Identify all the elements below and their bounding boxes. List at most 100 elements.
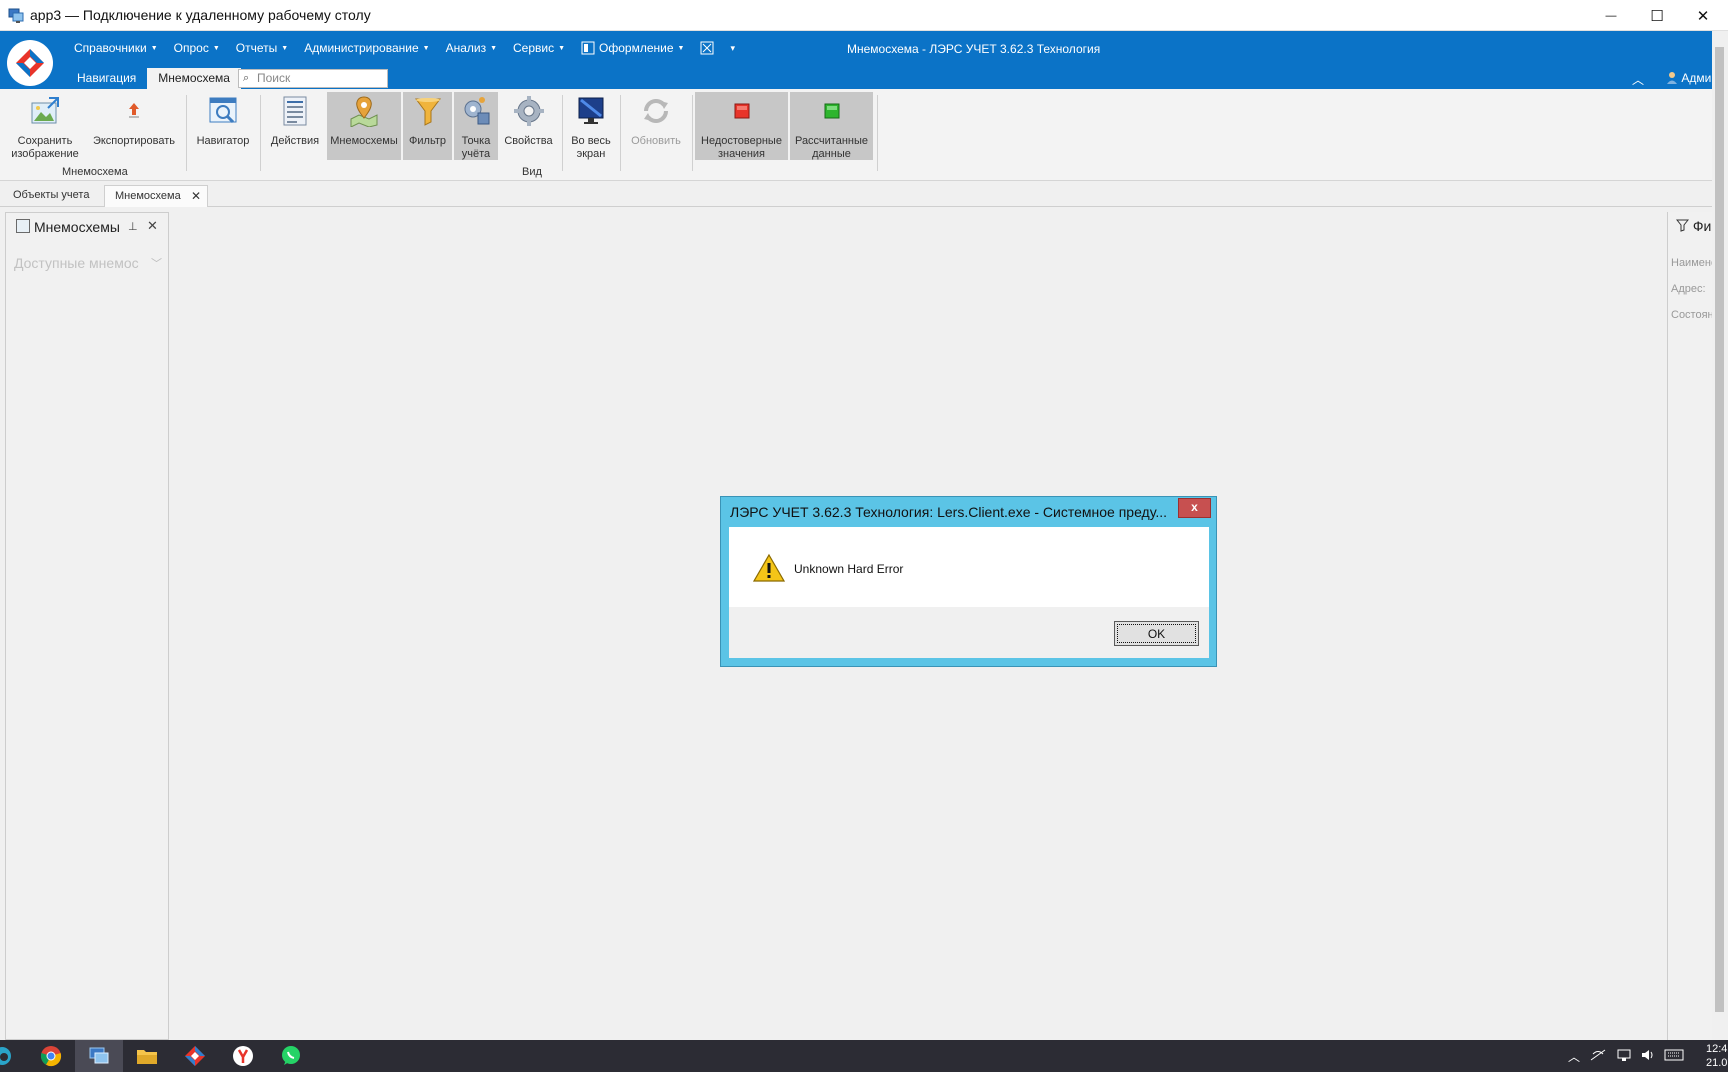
- chevron-down-icon: ﹀: [151, 258, 162, 270]
- caret-down-icon: ▼: [558, 44, 566, 52]
- dialog-message: Unknown Hard Error: [794, 562, 904, 576]
- fullscreen-button[interactable]: Во весь экран: [567, 92, 615, 160]
- filter-name-label: Наимено: [1671, 257, 1712, 269]
- screen-settings-icon: [700, 41, 714, 55]
- unreliable-values-label: Недостоверные значения: [701, 135, 782, 160]
- pin-icon[interactable]: ⊥: [128, 220, 138, 233]
- mnemoschemes-label: Мнемосхемы: [330, 135, 398, 147]
- dialog-message-area: Unknown Hard Error: [729, 527, 1209, 607]
- refresh-icon: [644, 99, 668, 123]
- folder-icon: [137, 1050, 157, 1064]
- collapse-ribbon-button[interactable]: ︿: [1632, 71, 1644, 88]
- doc-tab-objects[interactable]: Объекты учета: [3, 185, 99, 207]
- remote-desktop-taskbar-button[interactable]: [75, 1040, 123, 1072]
- close-window-button[interactable]: ✕: [1680, 0, 1726, 31]
- close-icon: ✕: [1696, 7, 1710, 25]
- doc-tab-label: Мнемосхема: [115, 190, 181, 202]
- actions-button[interactable]: Действия: [266, 92, 324, 160]
- properties-button[interactable]: Свойства: [500, 92, 557, 160]
- app-caption: Мнемосхема - ЛЭРС УЧЕТ 3.62.3 Технология: [847, 42, 1101, 56]
- filter-button[interactable]: Фильтр: [403, 92, 452, 160]
- menu-appearance[interactable]: Оформление ▼: [573, 41, 692, 55]
- scroll-thumb[interactable]: [1715, 47, 1724, 1012]
- remote-desktop-icon: [89, 1047, 109, 1064]
- network-icon[interactable]: [1616, 1048, 1632, 1065]
- chrome-taskbar-button[interactable]: [27, 1040, 75, 1072]
- save-image-icon: [31, 97, 59, 124]
- user-icon: [1667, 72, 1677, 84]
- vertical-scrollbar[interactable]: [1712, 31, 1728, 1040]
- group-label-mnemoscheme: Мнемосхема: [62, 166, 128, 178]
- file-explorer-taskbar-button[interactable]: [123, 1040, 171, 1072]
- navigator-label: Навигатор: [196, 135, 250, 147]
- quick-access-customize-button[interactable]: ▾: [722, 41, 743, 55]
- tray-expand-icon[interactable]: ︿: [1568, 1048, 1580, 1065]
- tab-mnemoscheme[interactable]: Мнемосхема: [147, 68, 241, 89]
- caret-down-icon: ▼: [150, 44, 158, 52]
- unreliable-values-button[interactable]: Недостоверные значения: [695, 92, 788, 160]
- red-square-icon: [734, 103, 749, 119]
- mnemoschemes-button[interactable]: Мнемосхемы: [327, 92, 401, 160]
- panel-title: Мнемосхемы: [34, 219, 120, 235]
- volume-icon[interactable]: [1640, 1048, 1656, 1065]
- refresh-button[interactable]: Обновить: [625, 92, 687, 160]
- tab-navigation[interactable]: Навигация: [66, 68, 147, 89]
- dialog-body: Unknown Hard Error OK: [729, 527, 1209, 658]
- lers-logo-icon: [185, 1046, 205, 1066]
- filter-funnel-icon: [414, 98, 441, 126]
- keyboard-icon[interactable]: [1664, 1048, 1684, 1065]
- metering-point-label: Точка учёта: [461, 135, 491, 160]
- green-square-icon: [824, 103, 839, 119]
- actions-list-icon: [283, 96, 307, 126]
- calculated-data-button[interactable]: Рассчитанные данные: [790, 92, 873, 160]
- edge-taskbar-button[interactable]: [0, 1040, 18, 1072]
- yandex-browser-icon: [233, 1046, 253, 1066]
- save-image-button[interactable]: Сохранить изображение: [6, 92, 84, 160]
- properties-label: Свойства: [504, 135, 553, 147]
- lers-taskbar-button[interactable]: [171, 1040, 219, 1072]
- menu-administration[interactable]: Администрирование ▼: [296, 41, 437, 55]
- minimize-button[interactable]: —: [1588, 0, 1634, 31]
- ok-button[interactable]: OK: [1114, 621, 1199, 646]
- calculated-data-label: Рассчитанные данные: [794, 135, 869, 160]
- menu-poll[interactable]: Опрос ▼: [166, 41, 228, 55]
- navigator-button[interactable]: Навигатор: [192, 92, 254, 160]
- main-menu: Справочники ▼ Опрос ▼ Отчеты ▼ Администриро…: [66, 41, 743, 55]
- filter-label: Фильтр: [409, 135, 446, 147]
- map-pin-icon: [350, 96, 378, 128]
- window-title: app3 — Подключение к удаленному рабочему…: [30, 7, 371, 23]
- ribbon-separator: [620, 95, 621, 171]
- network-muted-icon[interactable]: [1590, 1048, 1606, 1065]
- chevron-up-icon: ︿: [1632, 73, 1645, 87]
- error-dialog: ЛЭРС УЧЕТ 3.62.3 Технология: Lers.Client…: [720, 496, 1217, 667]
- clock[interactable]: 12:4 21.07: [1706, 1042, 1728, 1070]
- metering-point-button[interactable]: Точка учёта: [454, 92, 498, 160]
- user-menu[interactable]: Адми: [1666, 71, 1711, 85]
- filter-address-label: Адрес:: [1671, 283, 1706, 295]
- customize-caret-icon: ▾: [730, 42, 735, 53]
- close-tab-icon[interactable]: ✕: [191, 189, 201, 203]
- metering-point-icon: [464, 97, 490, 125]
- lers-logo-icon: [16, 49, 44, 77]
- yandex-browser-taskbar-button[interactable]: [219, 1040, 267, 1072]
- whatsapp-taskbar-button[interactable]: [267, 1040, 315, 1072]
- minimize-icon: —: [1605, 9, 1617, 22]
- menu-analysis[interactable]: Анализ ▼: [438, 41, 505, 55]
- close-panel-icon[interactable]: ✕: [147, 218, 158, 234]
- quick-access-settings-button[interactable]: [692, 41, 722, 55]
- filter-panel: Фи Наимено Адрес: Состоян: [1667, 212, 1712, 1040]
- search-input[interactable]: ⌕ Поиск: [238, 69, 388, 88]
- fullscreen-label: Во весь экран: [571, 135, 611, 160]
- doc-tab-mnemoscheme[interactable]: Мнемосхема ✕: [104, 185, 208, 207]
- menu-reports[interactable]: Отчеты ▼: [228, 41, 296, 55]
- maximize-button[interactable]: ☐: [1634, 0, 1680, 31]
- select-placeholder: Доступные мнемос: [14, 255, 139, 271]
- export-button[interactable]: Экспортировать: [88, 92, 180, 160]
- dialog-close-button[interactable]: x: [1178, 498, 1211, 518]
- app-logo[interactable]: [7, 40, 53, 86]
- available-mnemoschemes-select[interactable]: Доступные мнемос ﹀: [14, 255, 164, 271]
- taskbar: ︿ 12:4 21.07: [0, 1040, 1728, 1072]
- filter-state-label: Состоян: [1671, 309, 1712, 321]
- menu-directories[interactable]: Справочники ▼: [66, 41, 166, 55]
- menu-service[interactable]: Сервис ▼: [505, 41, 573, 55]
